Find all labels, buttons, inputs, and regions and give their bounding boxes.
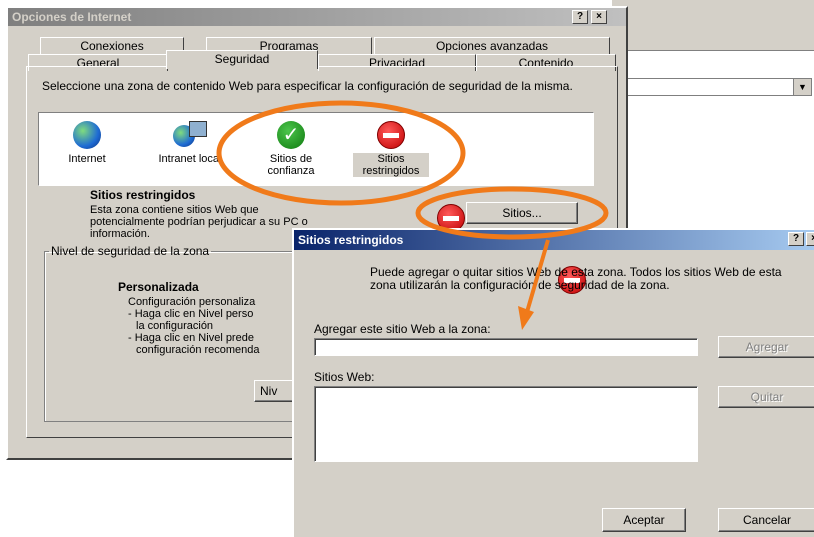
restricted-sites-icon	[377, 121, 405, 149]
security-level-description: Configuración personaliza - Haga clic en…	[128, 296, 260, 356]
add-button[interactable]: Agregar	[718, 336, 814, 358]
websites-label: Sitios Web:	[314, 370, 375, 384]
background-titlebar	[612, 0, 814, 27]
zone-trusted-sites[interactable]: ✓ Sitios de confianza	[259, 121, 323, 177]
ok-button[interactable]: Aceptar	[602, 508, 686, 532]
security-level-heading: Personalizada	[118, 280, 199, 294]
sites-help-button[interactable]: ?	[788, 232, 804, 246]
websites-list[interactable]	[314, 386, 698, 462]
remove-button[interactable]: Quitar	[718, 386, 814, 408]
tab-conexiones[interactable]: Conexiones	[40, 37, 184, 54]
selected-zone-description: Esta zona contiene sitios Web que potenc…	[90, 204, 308, 240]
cancel-button[interactable]: Cancelar	[718, 508, 814, 532]
background-toolbar	[612, 26, 814, 51]
add-site-label: Agregar este sitio Web a la zona:	[314, 322, 491, 336]
help-button[interactable]: ?	[572, 10, 588, 24]
restricted-sites-dialog: Sitios restringidos ? × Puede agregar o …	[292, 228, 814, 537]
zone-list: Internet Intranet local ✓ Sitios de conf…	[38, 112, 594, 186]
zone-intranet-local[interactable]: Intranet local	[147, 121, 233, 165]
trusted-sites-icon: ✓	[277, 121, 305, 149]
security-level-legend: Nivel de seguridad de la zona	[51, 244, 210, 258]
globe-icon	[73, 121, 101, 149]
close-button[interactable]: ×	[591, 10, 607, 24]
zone-restricted-sites[interactable]: Sitios restringidos	[353, 121, 429, 177]
dialog-titlebar: Opciones de Internet ? ×	[8, 8, 626, 26]
default-level-button[interactable]: Niv	[254, 380, 294, 402]
sites-dialog-title: Sitios restringidos	[298, 233, 404, 247]
chevron-down-icon[interactable]: ▼	[793, 79, 811, 95]
sites-close-button[interactable]: ×	[806, 232, 814, 246]
sites-dialog-message: Puede agregar o quitar sitios Web de est…	[370, 265, 782, 292]
zone-internet[interactable]: Internet	[57, 121, 117, 165]
intranet-icon	[173, 121, 207, 149]
address-combobox[interactable]: ▼	[612, 78, 812, 96]
tab-opciones-avanzadas[interactable]: Opciones avanzadas	[374, 37, 610, 54]
selected-zone-title: Sitios restringidos	[90, 188, 196, 202]
dialog-title: Opciones de Internet	[12, 10, 132, 24]
sites-dialog-titlebar: Sitios restringidos ? ×	[294, 230, 814, 250]
add-site-input[interactable]	[314, 338, 698, 356]
sites-button[interactable]: Sitios...	[466, 202, 578, 224]
zone-instruction: Seleccione una zona de contenido Web par…	[42, 79, 573, 93]
tab-seguridad[interactable]: Seguridad	[166, 50, 318, 69]
